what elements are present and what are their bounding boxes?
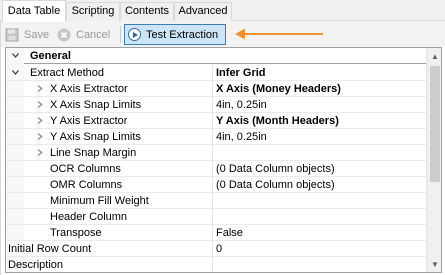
- scroll-up-icon[interactable]: ▲: [427, 48, 441, 64]
- property-name: Y Axis Extractor: [50, 115, 128, 127]
- property-row[interactable]: OCR Columns (0 Data Column objects): [6, 161, 426, 177]
- property-value[interactable]: [212, 193, 426, 209]
- chevron-right-icon[interactable]: [36, 133, 43, 140]
- chevron-right-icon[interactable]: [36, 149, 43, 156]
- save-icon: [5, 28, 19, 42]
- property-name: OCR Columns: [50, 163, 121, 175]
- property-name: Line Snap Margin: [50, 147, 137, 159]
- chevron-right-icon[interactable]: [36, 85, 43, 92]
- tab-contents[interactable]: Contents: [120, 2, 174, 21]
- property-row[interactable]: Transpose False: [6, 225, 426, 241]
- property-row[interactable]: Extract Method Infer Grid: [6, 65, 426, 81]
- property-name: Minimum Fill Weight: [50, 195, 149, 207]
- property-value[interactable]: (0 Data Column objects): [212, 177, 426, 193]
- data-table-panel: Save Cancel Test Extraction General Extr…: [0, 21, 445, 275]
- cancel-label: Cancel: [76, 28, 111, 41]
- property-name: Header Column: [50, 211, 128, 223]
- property-row[interactable]: OMR Columns (0 Data Column objects): [6, 177, 426, 193]
- toolbar-separator: [120, 26, 121, 43]
- property-row[interactable]: X Axis Extractor X Axis (Money Headers): [6, 81, 426, 97]
- tab-advanced[interactable]: Advanced: [174, 2, 232, 21]
- chevron-down-icon: [12, 53, 19, 58]
- test-extraction-button[interactable]: Test Extraction: [124, 24, 226, 45]
- category-divider: [24, 63, 426, 64]
- property-value[interactable]: Y Axis (Month Headers): [212, 113, 426, 129]
- tab-data-table[interactable]: Data Table: [2, 0, 66, 22]
- category-general[interactable]: General: [6, 48, 426, 64]
- test-extraction-label: Test Extraction: [146, 28, 219, 41]
- chevron-right-icon[interactable]: [36, 117, 43, 124]
- property-value[interactable]: X Axis (Money Headers): [212, 81, 426, 97]
- property-value[interactable]: (0 Data Column objects): [212, 161, 426, 177]
- property-row[interactable]: Description: [6, 257, 426, 273]
- chevron-right-icon[interactable]: [36, 101, 43, 108]
- property-value[interactable]: [212, 257, 426, 272]
- property-grid: General Extract Method Infer Grid X Axis E…: [5, 47, 442, 273]
- property-name: Y Axis Snap Limits: [50, 131, 141, 143]
- property-name: Extract Method: [30, 67, 104, 79]
- toolbar: Save Cancel Test Extraction: [1, 21, 445, 47]
- vertical-scrollbar[interactable]: ▲ ▼: [426, 48, 441, 272]
- property-value[interactable]: [212, 209, 426, 225]
- scroll-down-icon[interactable]: ▼: [427, 256, 441, 272]
- tab-strip: Data Table Scripting Contents Advanced: [0, 0, 445, 22]
- property-row[interactable]: Initial Row Count 0: [6, 241, 426, 257]
- tab-scripting[interactable]: Scripting: [66, 2, 120, 21]
- property-row[interactable]: Line Snap Margin: [6, 145, 426, 161]
- property-row[interactable]: X Axis Snap Limits 4in, 0.25in: [6, 97, 426, 113]
- property-value[interactable]: 4in, 0.25in: [212, 129, 426, 145]
- property-value[interactable]: False: [212, 225, 426, 241]
- play-icon: [128, 28, 141, 41]
- property-row[interactable]: Header Column: [6, 209, 426, 225]
- cancel-button[interactable]: Cancel: [57, 24, 110, 45]
- save-button[interactable]: Save: [5, 24, 49, 45]
- property-row[interactable]: Y Axis Extractor Y Axis (Month Headers): [6, 113, 426, 129]
- category-label: General: [30, 50, 71, 62]
- arrow-annotation-icon: [235, 28, 323, 40]
- save-label: Save: [24, 28, 50, 41]
- chevron-down-icon[interactable]: [12, 69, 19, 76]
- property-row[interactable]: Minimum Fill Weight: [6, 193, 426, 209]
- property-name: Initial Row Count: [8, 243, 92, 255]
- property-name: X Axis Extractor: [50, 83, 128, 95]
- property-value[interactable]: [212, 145, 426, 161]
- row-divider: [6, 272, 426, 273]
- cancel-icon: [57, 28, 71, 42]
- property-value[interactable]: 0: [212, 241, 426, 257]
- property-value[interactable]: Infer Grid: [212, 65, 426, 81]
- property-value[interactable]: 4in, 0.25in: [212, 97, 426, 113]
- property-name: Transpose: [50, 227, 102, 239]
- property-name: Description: [8, 259, 64, 271]
- property-row[interactable]: Y Axis Snap Limits 4in, 0.25in: [6, 129, 426, 145]
- property-name: X Axis Snap Limits: [50, 99, 142, 111]
- scrollbar-thumb[interactable]: [430, 66, 440, 182]
- property-name: OMR Columns: [50, 179, 123, 191]
